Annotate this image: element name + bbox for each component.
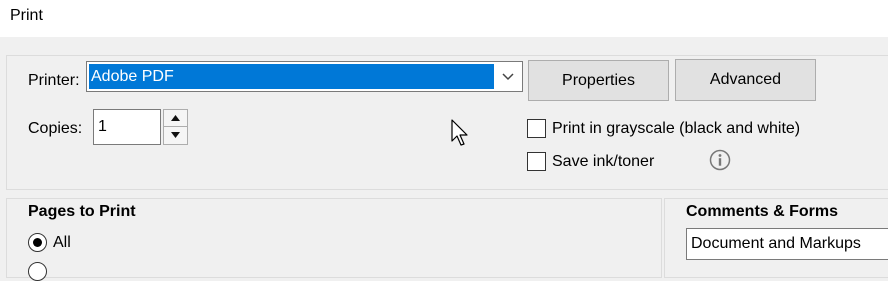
copies-input[interactable]: 1 [93,109,161,145]
comments-forms-select[interactable]: Document and Markups [686,228,888,260]
title-bar [0,0,888,37]
save-ink-checkbox[interactable] [527,152,546,171]
chevron-down-icon [502,73,514,81]
copies-increment-button[interactable] [164,110,187,127]
copies-label: Copies: [28,120,83,137]
mouse-pointer-icon [451,119,468,146]
advanced-button[interactable]: Advanced [675,59,816,101]
properties-button[interactable]: Properties [528,60,669,101]
printer-select[interactable]: Adobe PDF [86,61,523,92]
radio-selected-dot [33,238,42,247]
printer-label: Printer: [28,72,80,89]
save-ink-label: Save ink/toner [552,153,655,170]
grayscale-checkbox[interactable] [527,119,546,138]
copies-decrement-button[interactable] [164,127,187,144]
pages-to-print-heading: Pages to Print [28,203,136,220]
copies-stepper[interactable] [163,109,188,145]
grayscale-label: Print in grayscale (black and white) [552,120,801,137]
info-icon[interactable] [709,149,731,171]
window-title: Print [10,7,43,24]
caret-down-icon [171,132,180,138]
caret-up-icon [171,115,180,121]
pages-all-label: All [53,234,71,251]
pages-other-radio[interactable] [28,262,47,281]
comments-forms-heading: Comments & Forms [686,203,839,220]
printer-select-value: Adobe PDF [89,64,494,89]
pages-all-radio[interactable] [28,233,47,252]
